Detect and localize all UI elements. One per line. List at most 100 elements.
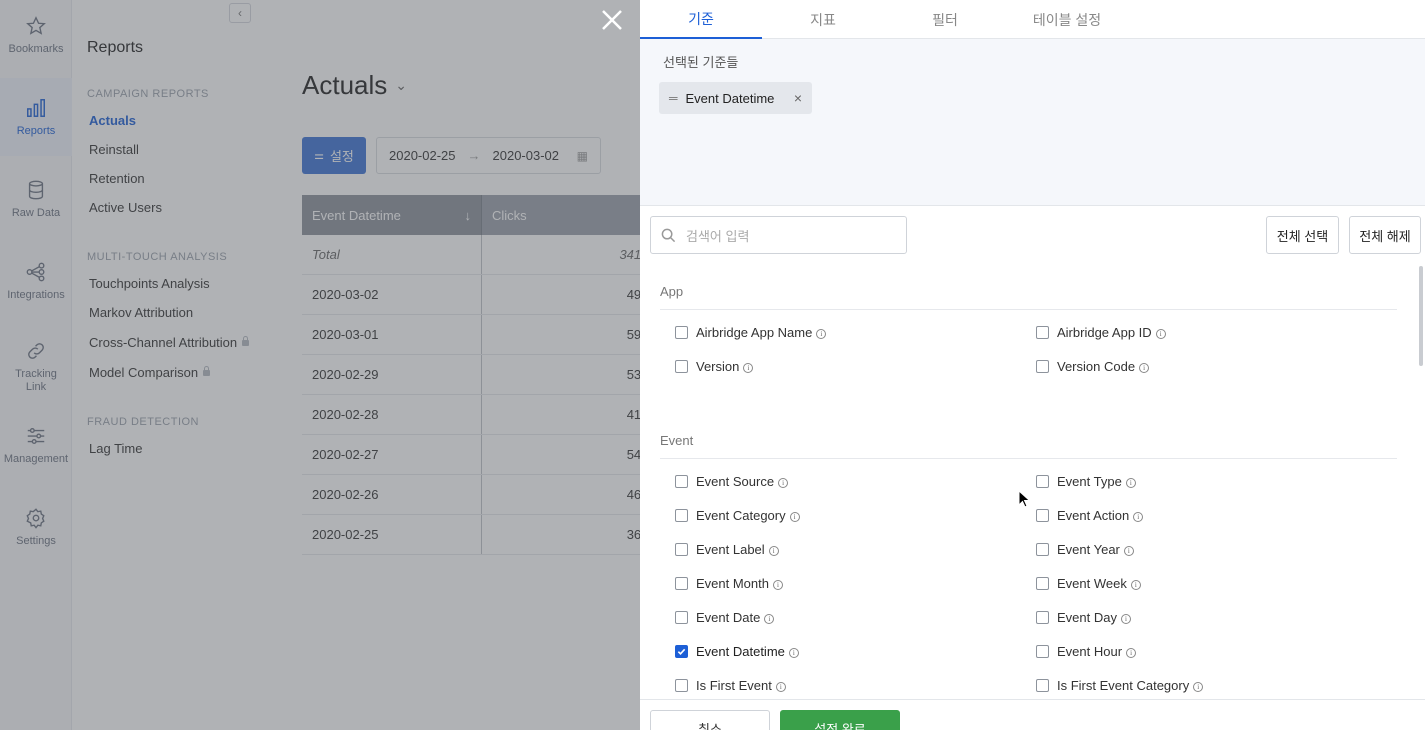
- info-icon[interactable]: i: [1133, 511, 1144, 522]
- option-label: Event Datetime: [696, 644, 785, 659]
- option-version-code[interactable]: Version Code i: [1036, 359, 1150, 374]
- option-event-datetime[interactable]: Event Datetime i: [675, 644, 799, 659]
- info-icon[interactable]: i: [788, 647, 799, 658]
- option-label: Version Code: [1057, 359, 1136, 374]
- info-icon[interactable]: i: [1125, 477, 1136, 488]
- option-airbridge-app-name[interactable]: Airbridge App Name i: [675, 325, 827, 340]
- tab-filters[interactable]: 필터: [884, 0, 1006, 39]
- checkbox[interactable]: [675, 679, 688, 692]
- selected-dimensions-label: 선택된 기준들: [663, 55, 739, 70]
- select-all-button[interactable]: 전체 선택: [1266, 216, 1339, 254]
- checkbox[interactable]: [1036, 475, 1049, 488]
- info-icon[interactable]: i: [764, 613, 775, 624]
- info-icon[interactable]: i: [1193, 681, 1204, 692]
- search-placeholder: 검색어 입력: [686, 228, 750, 244]
- checkbox[interactable]: [1036, 679, 1049, 692]
- info-icon[interactable]: i: [768, 545, 779, 556]
- drag-handle-icon[interactable]: ═: [669, 91, 678, 105]
- deselect-all-button[interactable]: 전체 해제: [1349, 216, 1421, 254]
- apply-settings-button[interactable]: 설정 완료: [780, 710, 900, 730]
- option-event-year[interactable]: Event Year i: [1036, 542, 1134, 557]
- section-title-app: App: [660, 284, 684, 299]
- option-label: Is First Event Category: [1057, 678, 1190, 693]
- checkbox[interactable]: [1036, 326, 1049, 339]
- option-label: Event Hour: [1057, 644, 1123, 659]
- info-icon[interactable]: i: [816, 328, 827, 339]
- checkbox[interactable]: [675, 543, 688, 556]
- option-label: Event Week: [1057, 576, 1127, 591]
- checkbox[interactable]: [1036, 360, 1049, 373]
- option-label: Event Label: [696, 542, 765, 557]
- divider: [660, 458, 1397, 459]
- option-label: Event Type: [1057, 474, 1122, 489]
- tab-dimensions[interactable]: 기준: [640, 0, 762, 39]
- option-version[interactable]: Version i: [675, 359, 754, 374]
- info-icon[interactable]: i: [789, 511, 800, 522]
- close-icon[interactable]: [598, 6, 626, 34]
- checkbox[interactable]: [675, 611, 688, 624]
- selected-dimensions-area: 선택된 기준들 ═ Event Datetime ×: [640, 39, 1425, 206]
- remove-chip-icon[interactable]: ×: [794, 90, 802, 106]
- option-event-type[interactable]: Event Type i: [1036, 474, 1136, 489]
- modal-backdrop[interactable]: [0, 0, 640, 730]
- info-icon[interactable]: i: [1155, 328, 1166, 339]
- tab-metrics[interactable]: 지표: [762, 0, 884, 39]
- option-is-first-event[interactable]: Is First Event i: [675, 678, 786, 693]
- option-label: Event Day: [1057, 610, 1117, 625]
- panel-tabs: 기준 지표 필터 테이블 설정: [640, 0, 1425, 39]
- checkmark-icon: [677, 648, 686, 656]
- option-event-day[interactable]: Event Day i: [1036, 610, 1131, 625]
- info-icon[interactable]: i: [1126, 647, 1137, 658]
- option-event-label[interactable]: Event Label i: [675, 542, 779, 557]
- option-event-hour[interactable]: Event Hour i: [1036, 644, 1137, 659]
- checkbox[interactable]: [675, 577, 688, 590]
- option-label: Event Month: [696, 576, 769, 591]
- tab-table-settings[interactable]: 테이블 설정: [1006, 0, 1128, 39]
- selected-chip[interactable]: ═ Event Datetime ×: [659, 82, 812, 114]
- cancel-button[interactable]: 취소: [650, 710, 770, 730]
- option-event-month[interactable]: Event Month i: [675, 576, 783, 591]
- checkbox[interactable]: [1036, 577, 1049, 590]
- mouse-cursor-icon: [1018, 490, 1030, 508]
- info-icon[interactable]: i: [775, 681, 786, 692]
- checkbox[interactable]: [675, 475, 688, 488]
- option-label: Airbridge App Name: [696, 325, 813, 340]
- chip-label: Event Datetime: [685, 90, 775, 106]
- info-icon[interactable]: i: [773, 579, 783, 590]
- checkbox[interactable]: [1036, 611, 1049, 624]
- search-input[interactable]: 검색어 입력: [650, 216, 907, 254]
- checkbox-checked[interactable]: [675, 645, 688, 658]
- checkbox[interactable]: [675, 326, 688, 339]
- info-icon[interactable]: i: [1123, 545, 1134, 556]
- checkbox[interactable]: [1036, 509, 1049, 522]
- option-label: Event Source: [696, 474, 775, 489]
- option-label: Event Date: [696, 610, 761, 625]
- info-icon[interactable]: i: [1120, 613, 1131, 624]
- option-label: Event Action: [1057, 508, 1130, 523]
- search-icon: [661, 228, 676, 242]
- info-icon[interactable]: i: [1130, 579, 1141, 590]
- option-label: Version: [696, 359, 740, 374]
- section-title-event: Event: [660, 433, 694, 448]
- checkbox[interactable]: [1036, 645, 1049, 658]
- option-event-category[interactable]: Event Category i: [675, 508, 800, 523]
- checkbox[interactable]: [1036, 543, 1049, 556]
- option-event-week[interactable]: Event Week i: [1036, 576, 1141, 591]
- option-label: Event Category: [696, 508, 786, 523]
- option-event-action[interactable]: Event Action i: [1036, 508, 1144, 523]
- checkbox[interactable]: [675, 360, 688, 373]
- option-event-source[interactable]: Event Source i: [675, 474, 789, 489]
- option-label: Event Year: [1057, 542, 1120, 557]
- option-airbridge-app-id[interactable]: Airbridge App ID i: [1036, 325, 1166, 340]
- scrollbar[interactable]: [1419, 266, 1423, 366]
- option-is-first-event-category[interactable]: Is First Event Category i: [1036, 678, 1204, 693]
- info-icon[interactable]: i: [778, 477, 789, 488]
- info-icon[interactable]: i: [1139, 362, 1150, 373]
- option-label: Airbridge App ID: [1057, 325, 1152, 340]
- dimension-settings-panel: 기준 지표 필터 테이블 설정 선택된 기준들 ═ Event Datetime…: [640, 0, 1425, 730]
- divider: [660, 309, 1397, 310]
- option-label: Is First Event: [696, 678, 772, 693]
- checkbox[interactable]: [675, 509, 688, 522]
- option-event-date[interactable]: Event Date i: [675, 610, 775, 625]
- info-icon[interactable]: i: [743, 362, 754, 373]
